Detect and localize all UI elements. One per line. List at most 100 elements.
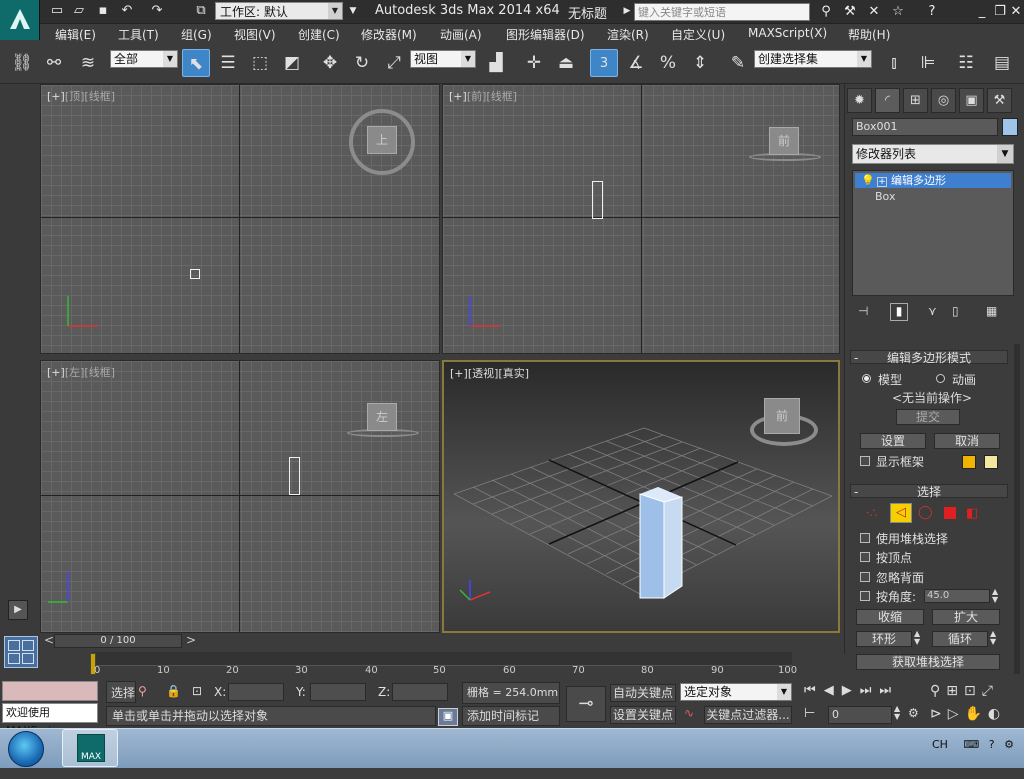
maxscript-listener-output[interactable] <box>2 681 98 701</box>
keyboard-shortcut-override-icon[interactable]: ⏏ <box>552 49 580 77</box>
viewport-nav-top[interactable]: ⚲⊞⊡⤢ <box>930 683 999 699</box>
pivot-center-icon[interactable]: ▟ <box>482 49 510 77</box>
subscription-icon[interactable]: ⚒ <box>840 3 860 21</box>
prev-frame-icon[interactable]: < <box>44 633 54 647</box>
make-unique-icon[interactable]: ⋎ <box>928 304 937 318</box>
pin-stack-icon[interactable]: ⊣ <box>858 304 868 318</box>
language-indicator[interactable]: CH <box>932 738 948 751</box>
radio-animate[interactable] <box>936 374 945 383</box>
edit-named-selection-icon[interactable]: ✎ <box>724 49 752 77</box>
new-file-icon[interactable]: ▭ <box>48 3 66 19</box>
ignore-backfacing-checkbox[interactable] <box>860 572 870 582</box>
element-mode-icon[interactable]: ◧ <box>966 506 978 521</box>
angle-spinner[interactable]: 45.0 <box>924 589 990 603</box>
spinner-arrows-icon[interactable]: ▲ ▼ <box>992 588 998 604</box>
workspace-dropdown[interactable]: 工作区: 默认 ▼ <box>215 2 343 20</box>
next-frame-icon[interactable]: > <box>186 633 196 647</box>
selection-lock-icon[interactable]: 🔒 <box>166 684 181 698</box>
grow-button[interactable]: 扩大 <box>932 609 1000 625</box>
select-by-name-icon[interactable]: ☰ <box>214 49 242 77</box>
selection-filter-dropdown[interactable]: 全部 ▼ <box>110 50 178 68</box>
menu-customize[interactable]: 自定义(U) <box>671 26 725 43</box>
stack-item-edit-poly[interactable]: 💡 + 编辑多边形 <box>855 173 1011 188</box>
menu-edit[interactable]: 编辑(E) <box>55 26 96 43</box>
time-tag-icon[interactable]: ▣ <box>438 708 458 726</box>
windows-start-button[interactable] <box>8 731 44 767</box>
keyboard-icon[interactable]: ⌨ <box>963 738 979 751</box>
remove-modifier-icon[interactable]: ▯ <box>952 304 959 318</box>
auto-key-button[interactable]: 自动关键点 <box>610 684 676 702</box>
close-icon[interactable]: ✕ <box>1006 3 1024 21</box>
by-vertex-checkbox[interactable] <box>860 552 870 562</box>
viewport-top[interactable]: [+][顶][线框] 上 <box>40 84 440 354</box>
favorites-star-icon[interactable]: ☆ <box>888 3 908 21</box>
manipulate-icon[interactable]: ✛ <box>520 49 548 77</box>
cage-color-swatch[interactable] <box>962 455 976 469</box>
layer-manager-icon[interactable]: ☷ <box>952 49 980 77</box>
y-coordinate-field[interactable] <box>310 683 366 701</box>
viewcube[interactable]: 前 <box>769 127 799 155</box>
scale-icon[interactable]: ⤢ <box>380 49 408 77</box>
cage-selected-color-swatch[interactable] <box>984 455 998 469</box>
open-file-icon[interactable]: ▱ <box>70 3 88 19</box>
viewport-layout-icon[interactable] <box>4 636 38 668</box>
shrink-button[interactable]: 收缩 <box>856 609 924 625</box>
hierarchy-tab-icon[interactable]: ⊞ <box>903 88 928 113</box>
use-stack-checkbox[interactable] <box>860 533 870 543</box>
maxscript-listener-input[interactable]: 欢迎使用 MAXScri <box>2 703 98 737</box>
key-mode-dropdown[interactable]: 选定对象 ▼ <box>680 683 792 701</box>
menu-create[interactable]: 创建(C) <box>298 26 340 43</box>
track-bar[interactable]: 0 10 20 30 40 50 60 70 80 90 100 <box>40 652 844 678</box>
z-coordinate-field[interactable] <box>392 683 448 701</box>
modifier-list-dropdown[interactable]: 修改器列表 ▼ <box>852 144 1014 164</box>
object-name-field[interactable]: Box001 <box>852 118 998 136</box>
help-tray-icon[interactable]: ? <box>989 738 995 751</box>
communication-icon[interactable]: ✕ <box>864 3 884 21</box>
rect-selection-region-icon[interactable]: ⬚ <box>246 49 274 77</box>
loop-spinner-icon[interactable]: ▲ ▼ <box>990 630 996 646</box>
current-frame-field[interactable]: 0 <box>828 706 892 724</box>
border-mode-icon[interactable]: ◯ <box>918 505 933 520</box>
viewport-nav-bottom[interactable]: ⊳▷✋◐ <box>930 706 1006 722</box>
object-color-swatch[interactable] <box>1002 118 1018 136</box>
rotate-icon[interactable]: ↻ <box>348 49 376 77</box>
utilities-tab-icon[interactable]: ⚒ <box>987 88 1012 113</box>
box-object[interactable] <box>190 269 200 279</box>
expand-icon[interactable]: + <box>877 177 887 187</box>
taskbar-3dsmax-button[interactable]: MAX <box>62 729 118 767</box>
set-key-icon[interactable]: ⊸ <box>566 686 606 722</box>
time-slider[interactable]: < 0 / 100 > <box>40 633 844 649</box>
create-tab-icon[interactable]: ✹ <box>847 88 872 113</box>
ring-spinner-icon[interactable]: ▲ ▼ <box>914 630 920 646</box>
app-menu-button[interactable] <box>0 0 40 40</box>
graphite-ribbon-icon[interactable]: ▤ <box>988 49 1016 77</box>
isolate-selection-icon[interactable]: ⚲ <box>138 684 147 698</box>
display-tab-icon[interactable]: ▣ <box>959 88 984 113</box>
undo-icon[interactable]: ↶ <box>118 3 136 19</box>
edge-mode-icon[interactable]: ◁ <box>890 503 912 523</box>
spinner-snap-icon[interactable]: ⇕ <box>686 49 714 77</box>
by-angle-checkbox[interactable] <box>860 591 870 601</box>
frame-spinner-icon[interactable]: ▲ ▼ <box>894 705 900 721</box>
menu-views[interactable]: 视图(V) <box>234 26 276 43</box>
loop-button[interactable]: 循环 <box>932 631 988 647</box>
align-icon[interactable]: ⊫ <box>914 49 942 77</box>
minimize-icon[interactable]: _ <box>972 3 992 21</box>
menu-rendering[interactable]: 渲染(R) <box>607 26 649 43</box>
lightbulb-icon[interactable]: 💡 <box>861 173 875 188</box>
menu-help[interactable]: 帮助(H) <box>848 26 890 43</box>
binoculars-icon[interactable]: ⚲ <box>816 3 836 21</box>
box-object[interactable] <box>289 457 300 495</box>
command-panel-scrollbar[interactable] <box>1014 344 1020 674</box>
select-object-icon[interactable]: ⬉ <box>182 49 210 77</box>
play-forward-icon[interactable]: ▶ <box>8 600 28 620</box>
menu-modifiers[interactable]: 修改器(M) <box>361 26 417 43</box>
search-input[interactable]: 键入关键字或短语 <box>634 3 810 21</box>
snaps-toggle-icon[interactable]: 3 <box>590 49 618 77</box>
box-object[interactable] <box>592 181 603 219</box>
ring-button[interactable]: 环形 <box>856 631 912 647</box>
viewcube[interactable]: 左 <box>367 403 397 431</box>
playback-controls[interactable]: ⏮◀▶⏭⏭ <box>804 683 899 698</box>
viewport-label[interactable]: [+][顶][线框] <box>47 88 115 104</box>
add-time-tag[interactable]: 添加时间标记 <box>462 706 560 726</box>
